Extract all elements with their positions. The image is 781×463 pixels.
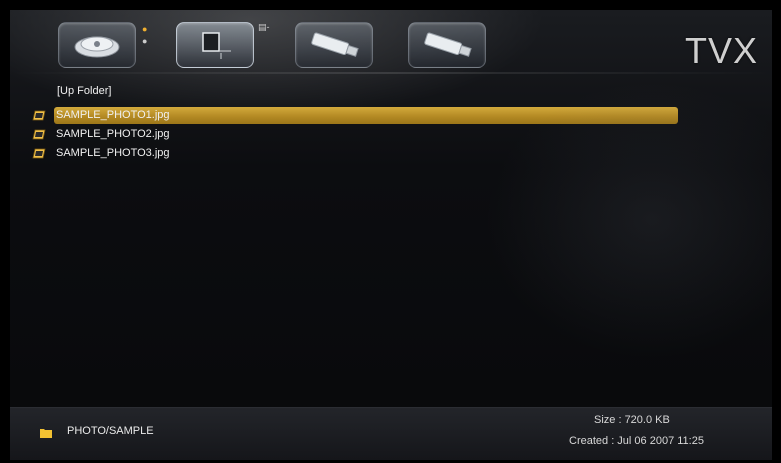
file-size: Size : 720.0 KB [594,414,670,426]
file-row[interactable]: SAMPLE_PHOTO3.jpg [30,144,680,163]
device-usb-2[interactable] [408,22,486,68]
photo-file-icon [32,129,46,140]
current-path: PHOTO/SAMPLE [67,425,154,437]
hard-drive-icon [74,36,120,58]
usb-drive-icon [424,32,472,57]
file-name: SAMPLE_PHOTO2.jpg [56,128,170,140]
file-name: SAMPLE_PHOTO3.jpg [56,147,170,159]
indicator-icon: ● [142,24,148,34]
file-list: SAMPLE_PHOTO1.jpg SAMPLE_PHOTO2.jpg SAMP… [30,106,680,163]
device-network-pc[interactable] [176,22,254,68]
brand-logo: TVX [684,30,758,71]
usb-drive-icon [311,32,359,57]
device-usb-1[interactable] [295,22,373,68]
file-created: Created : Jul 06 2007 11:25 [569,435,704,447]
media-browser-screen: ● ● ▤- TVX [Up Folder] SAMPLE_PHOTO1.jpg… [10,10,772,460]
photo-file-icon [32,110,46,121]
indicator-icon: ● [142,36,148,46]
up-folder-item[interactable]: [Up Folder] [57,85,111,97]
header-divider [10,72,772,74]
status-bar: PHOTO/SAMPLE Size : 720.0 KB Created : J… [10,407,772,460]
file-name: SAMPLE_PHOTO1.jpg [56,109,170,121]
file-row[interactable]: SAMPLE_PHOTO2.jpg [30,125,680,144]
network-pc-icon [202,32,231,59]
photo-file-icon [32,148,46,159]
network-status-icon: ▤- [258,22,270,32]
device-hard-drive[interactable] [58,22,136,68]
file-row[interactable]: SAMPLE_PHOTO1.jpg [30,106,680,125]
folder-icon [40,429,52,438]
